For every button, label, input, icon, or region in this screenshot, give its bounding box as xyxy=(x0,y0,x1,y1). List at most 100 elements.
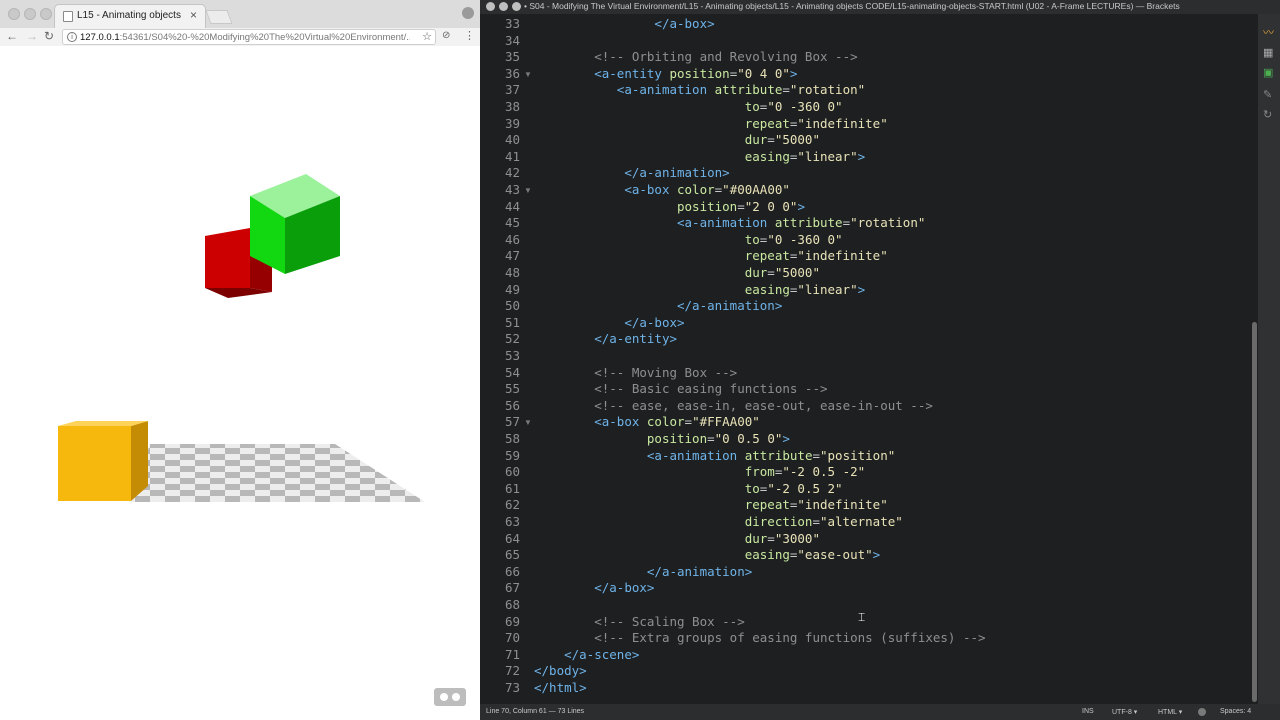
editor-title: • S04 - Modifying The Virtual Environmen… xyxy=(524,1,1180,11)
code-area[interactable]: </a-box> <!-- Orbiting and Revolving Box… xyxy=(534,14,1246,704)
code-line[interactable]: to="-2 0.5 2" xyxy=(534,481,843,498)
new-tab-button[interactable] xyxy=(205,10,233,24)
reload-button[interactable]: ↻ xyxy=(44,29,54,43)
enter-vr-button[interactable] xyxy=(434,688,466,706)
code-line[interactable]: to="0 -360 0" xyxy=(534,99,843,116)
forward-button[interactable]: → xyxy=(26,29,38,43)
code-line[interactable]: from="-2 0.5 -2" xyxy=(534,464,865,481)
extension-icon[interactable]: ⊘ xyxy=(442,30,450,41)
line-number: 53 xyxy=(504,348,520,363)
code-token: "3000" xyxy=(774,530,820,546)
code-line[interactable]: <a-entity position="0 4 0"> xyxy=(534,66,797,83)
magic-wand-icon[interactable]: ✎ xyxy=(1263,88,1272,101)
browser-tab[interactable]: L15 - Animating objects × xyxy=(54,4,206,28)
code-line[interactable]: </html> xyxy=(534,680,587,697)
profile-icon[interactable] xyxy=(462,7,474,19)
indent-setting[interactable]: Spaces: 4 xyxy=(1220,708,1251,715)
code-line[interactable]: <!-- Orbiting and Revolving Box --> xyxy=(534,49,857,66)
code-line[interactable]: to="0 -360 0" xyxy=(534,232,843,249)
code-line[interactable]: <a-box color="#FFAA00" xyxy=(534,414,760,431)
code-token: repeat xyxy=(744,497,790,513)
code-line[interactable]: </a-animation> xyxy=(534,165,729,182)
code-line[interactable]: position="0 0.5 0"> xyxy=(534,431,790,448)
minimize-window-button[interactable] xyxy=(24,8,36,20)
live-preview-icon[interactable]: 〰 xyxy=(1263,24,1274,40)
code-line[interactable]: </a-box> xyxy=(534,16,714,33)
code-line[interactable]: <a-animation attribute="rotation" xyxy=(534,82,865,99)
url-path: :54361/S04%20-%20Modifying%20The%20Virtu… xyxy=(119,32,410,43)
code-line[interactable]: dur="3000" xyxy=(534,531,820,548)
page-favicon-icon xyxy=(63,11,73,22)
linter-status-icon[interactable] xyxy=(1198,708,1206,716)
code-line[interactable]: dur="5000" xyxy=(534,132,820,149)
code-token: > xyxy=(857,281,866,297)
zoom-window-button[interactable] xyxy=(40,8,52,20)
code-line[interactable]: </a-box> xyxy=(534,315,684,332)
editor-minimize-button[interactable] xyxy=(499,2,508,11)
back-button[interactable]: ← xyxy=(6,29,18,43)
code-token: easing xyxy=(744,148,790,164)
insert-mode-toggle[interactable]: INS xyxy=(1082,708,1094,715)
code-line[interactable]: <!-- Moving Box --> xyxy=(534,365,737,382)
code-line[interactable]: easing="linear"> xyxy=(534,149,865,166)
aframe-scene-canvas[interactable] xyxy=(0,46,480,720)
code-line[interactable]: repeat="indefinite" xyxy=(534,497,888,514)
code-token: <a-entity xyxy=(594,65,670,81)
tab-close-icon[interactable]: × xyxy=(190,8,197,22)
editor-close-button[interactable] xyxy=(486,2,495,11)
code-token: </body> xyxy=(534,663,587,679)
address-bar[interactable]: i 127.0.0.1:54361/S04%20-%20Modifying%20… xyxy=(62,29,436,45)
bookmark-star-icon[interactable]: ☆ xyxy=(422,30,432,43)
line-number-gutter[interactable]: 33 34 35 36 ▼ 37 38 39 40 41 42 43 ▼ 44 45 46 47 48 49 50 51… xyxy=(480,14,532,704)
refresh-icon[interactable]: ↻ xyxy=(1263,108,1272,121)
code-line[interactable]: repeat="indefinite" xyxy=(534,116,888,133)
fold-toggle-icon[interactable]: ▼ xyxy=(524,70,532,79)
code-token: "0 0.5 0" xyxy=(714,431,783,446)
code-line[interactable]: </a-box> xyxy=(534,580,654,597)
code-token: to xyxy=(744,231,760,247)
code-line[interactable]: direction="alternate" xyxy=(534,514,903,531)
git-icon[interactable]: ▣ xyxy=(1263,66,1273,79)
code-line[interactable]: </a-animation> xyxy=(534,564,752,581)
fold-toggle-icon[interactable]: ▼ xyxy=(524,186,532,195)
extension-manager-icon[interactable]: ▦ xyxy=(1263,46,1273,59)
fold-toggle-icon[interactable]: ▼ xyxy=(524,418,532,427)
code-line[interactable]: </a-entity> xyxy=(534,331,677,348)
line-number: 35 xyxy=(504,49,520,65)
code-line[interactable]: <!-- Basic easing functions --> xyxy=(534,381,827,398)
code-line[interactable]: easing="linear"> xyxy=(534,282,865,299)
code-line[interactable]: <!-- Extra groups of easing functions (s… xyxy=(534,630,985,647)
editor-zoom-button[interactable] xyxy=(512,2,521,11)
code-token: color xyxy=(677,182,715,197)
code-token: "-2 0.5 -2" xyxy=(782,464,866,480)
scrollbar-thumb[interactable] xyxy=(1252,322,1257,702)
code-line[interactable]: <a-box color="#00AA00" xyxy=(534,182,790,199)
line-number: 65 xyxy=(504,547,520,563)
code-line[interactable]: dur="5000" xyxy=(534,265,820,282)
code-line[interactable]: <a-animation attribute="position" xyxy=(534,448,895,465)
code-token: </a-animation> xyxy=(677,298,783,314)
code-line[interactable]: <!-- ease, ease-in, ease-out, ease-in-ou… xyxy=(534,398,933,415)
language-dropdown[interactable]: HTML ▾ xyxy=(1158,708,1182,716)
line-number: 70 xyxy=(504,630,520,646)
code-line[interactable]: easing="ease-out"> xyxy=(534,547,880,564)
code-line[interactable]: </a-scene> xyxy=(534,647,639,664)
code-token: attribute xyxy=(744,447,813,463)
code-line[interactable]: repeat="indefinite" xyxy=(534,248,888,265)
code-line[interactable]: <a-animation attribute="rotation" xyxy=(534,215,925,232)
browser-menu-icon[interactable]: ⋮ xyxy=(464,29,475,42)
code-line[interactable]: </body> xyxy=(534,663,587,680)
code-line[interactable]: </a-animation> xyxy=(534,298,782,315)
line-number: 49 xyxy=(504,281,520,297)
code-line[interactable]: position="2 0 0"> xyxy=(534,199,805,216)
encoding-dropdown[interactable]: UTF-8 ▾ xyxy=(1112,708,1137,716)
line-number: 61 xyxy=(504,480,520,496)
close-window-button[interactable] xyxy=(8,8,20,20)
line-number: 59 xyxy=(504,447,520,463)
info-icon[interactable]: i xyxy=(67,32,77,42)
code-line[interactable]: <!-- Scaling Box --> xyxy=(534,614,745,631)
